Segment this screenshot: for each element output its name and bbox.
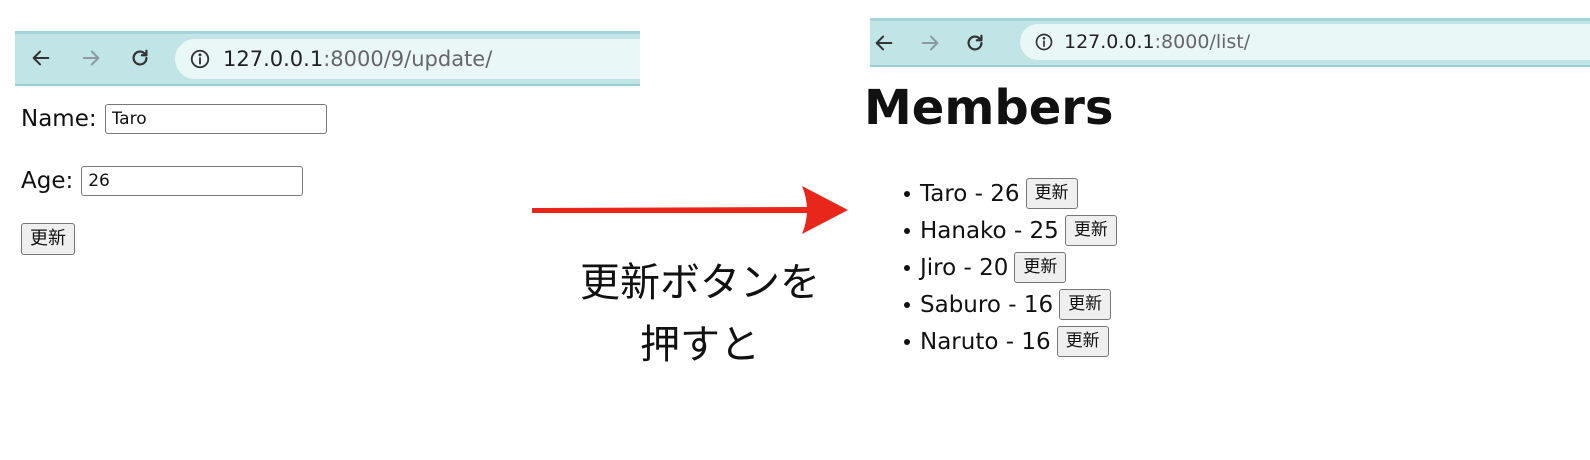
annotation-caption: 更新ボタンを 押すと <box>560 252 840 376</box>
browser-toolbar: 127.0.0.1:8000/9/update/ <box>15 31 640 86</box>
member-text: Jiro - 20 <box>920 254 1009 281</box>
list-item: Hanako - 25 更新 <box>904 212 1117 249</box>
update-page-window: 127.0.0.1:8000/9/update/ Name: Age: 更新 <box>15 31 640 255</box>
member-update-button[interactable]: 更新 <box>1056 326 1109 357</box>
info-icon[interactable] <box>189 48 211 70</box>
list-item: Jiro - 20 更新 <box>904 249 1117 286</box>
browser-toolbar: 127.0.0.1:8000/list/ <box>870 18 1590 67</box>
back-arrow-icon[interactable] <box>29 46 53 70</box>
member-text: Taro - 26 <box>920 180 1020 207</box>
address-bar[interactable]: 127.0.0.1:8000/list/ <box>1020 24 1590 60</box>
url-text: 127.0.0.1:8000/list/ <box>1064 31 1251 53</box>
forward-arrow-icon[interactable] <box>79 46 103 70</box>
caption-line-1: 更新ボタンを <box>580 260 820 306</box>
back-arrow-icon[interactable] <box>872 31 896 55</box>
caption-line-2: 押すと <box>640 322 760 368</box>
forward-arrow-icon[interactable] <box>918 31 942 55</box>
list-item: Taro - 26 更新 <box>904 175 1117 212</box>
member-text: Naruto - 16 <box>920 328 1051 355</box>
name-input[interactable] <box>104 104 327 134</box>
red-arrow-icon <box>532 186 848 234</box>
address-bar[interactable]: 127.0.0.1:8000/9/update/ <box>175 39 640 79</box>
name-label: Name: <box>21 106 97 132</box>
list-page-window: 127.0.0.1:8000/list/ <box>870 18 1590 67</box>
member-update-button[interactable]: 更新 <box>1064 215 1117 246</box>
member-update-button[interactable]: 更新 <box>1025 178 1078 209</box>
list-item: Saburo - 16 更新 <box>904 286 1117 323</box>
member-text: Saburo - 16 <box>920 291 1054 318</box>
age-label: Age: <box>21 168 74 194</box>
age-input[interactable] <box>81 166 304 196</box>
update-submit-button[interactable]: 更新 <box>21 223 75 255</box>
info-icon[interactable] <box>1034 32 1054 52</box>
member-update-button[interactable]: 更新 <box>1059 289 1112 320</box>
age-row: Age: <box>21 163 327 199</box>
list-item: Naruto - 16 更新 <box>904 323 1117 360</box>
url-text: 127.0.0.1:8000/9/update/ <box>223 47 493 71</box>
reload-icon[interactable] <box>963 31 987 55</box>
name-row: Name: <box>21 101 327 137</box>
member-update-button[interactable]: 更新 <box>1014 252 1067 283</box>
reload-icon[interactable] <box>128 46 152 70</box>
page-title: Members <box>864 80 1114 136</box>
member-text: Hanako - 25 <box>920 217 1059 244</box>
members-list: Taro - 26 更新 Hanako - 25 更新 Jiro - 20 更新… <box>904 175 1117 360</box>
update-form: Name: Age: 更新 <box>15 101 327 255</box>
